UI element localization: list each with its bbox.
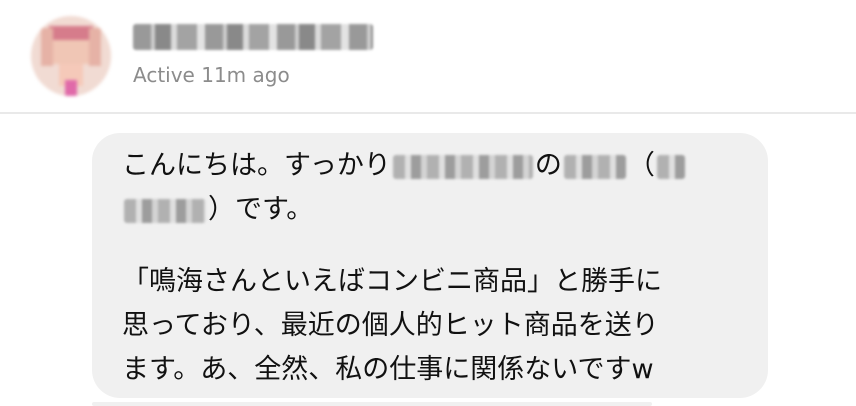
- message-text-segment: （: [627, 150, 655, 181]
- active-status: Active 11m ago: [133, 63, 290, 87]
- redacted-text: [392, 154, 533, 179]
- redacted-text: [656, 154, 685, 179]
- next-message-hint: [92, 402, 652, 406]
- contact-name-redacted: [133, 24, 373, 50]
- message-text-segment: ）です。: [208, 194, 314, 225]
- avatar-image: [31, 16, 111, 96]
- conversation-header: Active 11m ago: [0, 0, 856, 112]
- message-text-segment: の: [534, 150, 562, 181]
- header-divider: [0, 112, 856, 114]
- message-line-1: こんにちは。すっかり の （: [122, 148, 687, 184]
- redacted-text: [563, 154, 626, 179]
- message-line-5: 思っており、最近の個人的ヒット商品を送り: [122, 310, 659, 341]
- redacted-text: [124, 198, 206, 223]
- message-line-6: ます。あ、全然、私の仕事に関係ないですw: [122, 354, 654, 385]
- message-text-segment: こんにちは。すっかり: [122, 150, 391, 181]
- message-line-2: ）です。: [122, 192, 313, 228]
- message-bubble[interactable]: こんにちは。すっかり の （ ）です。 「鳴海さんといえばコンビニ商品」と勝手に 思…: [92, 133, 768, 398]
- avatar[interactable]: [31, 16, 111, 96]
- message-line-4: 「鳴海さんといえばコンビニ商品」と勝手に: [122, 266, 662, 297]
